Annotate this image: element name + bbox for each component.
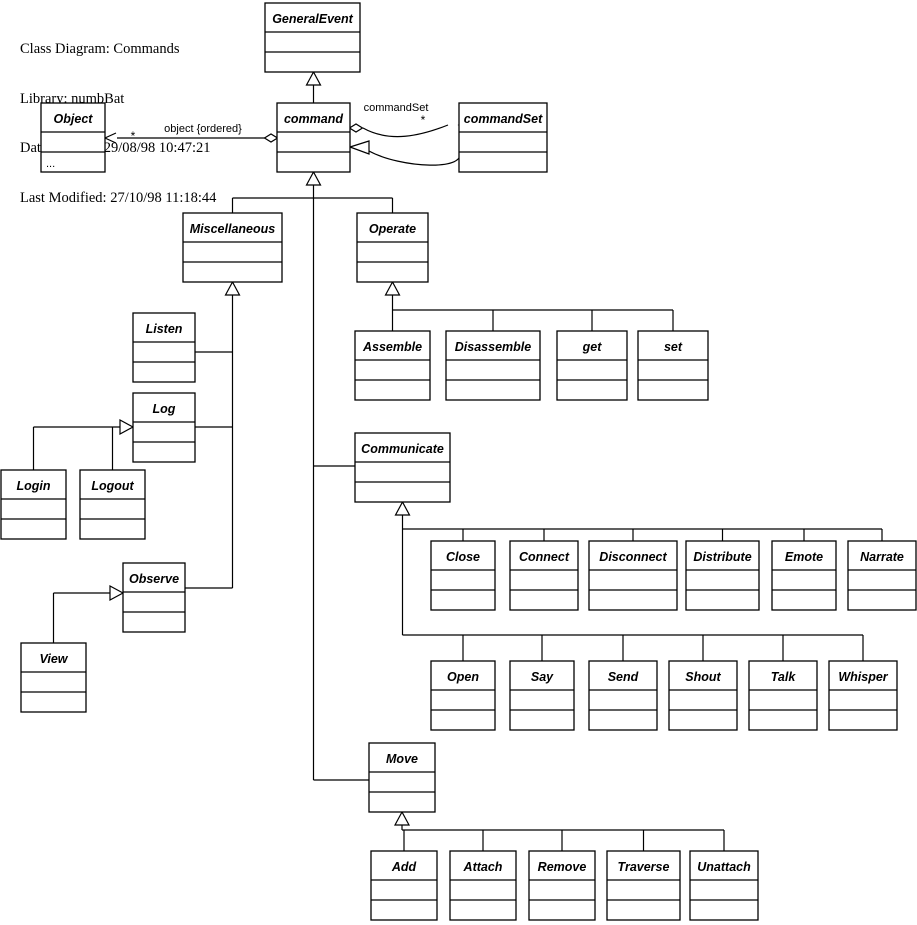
class-box[interactable]: Unattach: [689, 850, 759, 921]
class-box[interactable]: Disassemble: [445, 330, 541, 401]
class-name: get: [582, 340, 603, 354]
generalization-curve: [368, 149, 461, 166]
association-label: object {ordered}: [164, 123, 242, 135]
class-box[interactable]: Talk: [748, 660, 818, 731]
class-box[interactable]: Object...: [40, 102, 106, 173]
class-box[interactable]: command: [276, 102, 351, 173]
class-name: Log: [153, 402, 176, 416]
association-label: commandSet: [364, 102, 429, 114]
class-name: Communicate: [361, 442, 444, 456]
class-box[interactable]: Log: [132, 392, 196, 463]
generalization-triangle-icon: [393, 810, 411, 826]
class-box[interactable]: Operate: [356, 212, 429, 283]
generalization-triangle-icon: [224, 280, 241, 296]
class-box[interactable]: Login: [0, 469, 67, 540]
class-box[interactable]: View: [20, 642, 87, 713]
navigation-arrow-icon: [103, 132, 117, 144]
class-box[interactable]: GeneralEvent: [264, 2, 361, 73]
generalization-triangle-icon: [394, 500, 411, 516]
generalization-triangle-icon: [119, 418, 135, 436]
class-name: Emote: [785, 550, 823, 564]
class-box-layer: GeneralEvent Object... command commandSet Mi…: [0, 2, 917, 921]
class-name: Observe: [129, 572, 179, 586]
generalization-triangle-icon: [109, 584, 125, 602]
class-box[interactable]: Add: [370, 850, 438, 921]
generalization-triangle-icon: [305, 170, 322, 186]
class-box[interactable]: Shout: [668, 660, 738, 731]
class-name: Narrate: [860, 550, 904, 564]
class-box[interactable]: commandSet: [458, 102, 548, 173]
class-name: Open: [447, 670, 479, 684]
class-box[interactable]: Send: [588, 660, 658, 731]
class-box[interactable]: Open: [430, 660, 496, 731]
class-box[interactable]: Miscellaneous: [182, 212, 283, 283]
generalization-triangle-icon: [384, 280, 401, 296]
class-box[interactable]: Logout: [79, 469, 146, 540]
class-name: Disassemble: [455, 340, 531, 354]
class-name: commandSet: [464, 112, 543, 126]
class-box[interactable]: set: [637, 330, 709, 401]
class-box[interactable]: Close: [430, 540, 496, 611]
class-name: Object: [54, 112, 94, 126]
class-diagram-canvas: Class Diagram: Commands Library: numbBat…: [0, 0, 917, 925]
class-box[interactable]: Traverse: [606, 850, 681, 921]
class-box[interactable]: Communicate: [354, 432, 451, 503]
class-box[interactable]: Listen: [132, 312, 196, 383]
class-name: GeneralEvent: [272, 12, 353, 26]
generalization-triangle-icon: [305, 70, 322, 86]
class-name: Say: [531, 670, 554, 684]
class-name: Connect: [519, 550, 570, 564]
class-box[interactable]: get: [556, 330, 628, 401]
class-name: Whisper: [838, 670, 888, 684]
class-name: Disconnect: [599, 550, 667, 564]
aggregation-diamond-icon: [348, 123, 364, 133]
class-name: Operate: [369, 222, 416, 236]
class-name: Unattach: [697, 860, 751, 874]
class-name: Close: [446, 550, 480, 564]
class-name: View: [39, 652, 68, 666]
class-name: Attach: [463, 860, 503, 874]
class-box[interactable]: Distribute: [685, 540, 760, 611]
class-name: Traverse: [618, 860, 670, 874]
class-box[interactable]: Emote: [771, 540, 837, 611]
class-box[interactable]: Attach: [449, 850, 517, 921]
class-name: Listen: [146, 322, 183, 336]
generalization-triangle-icon: [348, 140, 370, 155]
aggregation-diamond-icon: [263, 133, 279, 143]
class-box[interactable]: Narrate: [847, 540, 917, 611]
class-box[interactable]: Connect: [509, 540, 579, 611]
class-name: command: [284, 112, 343, 126]
class-name: set: [664, 340, 683, 354]
class-name: Move: [386, 752, 418, 766]
class-name: Miscellaneous: [190, 222, 275, 236]
class-operation: ...: [46, 158, 55, 170]
class-box[interactable]: Say: [509, 660, 575, 731]
association-multiplicity: *: [421, 113, 426, 127]
association-multiplicity: *: [131, 129, 136, 143]
class-box[interactable]: Remove: [528, 850, 596, 921]
diagram-svg-layer: GeneralEvent Object... command commandSet Mi…: [0, 2, 917, 921]
class-name: Assemble: [362, 340, 422, 354]
class-name: Logout: [91, 479, 134, 493]
class-box[interactable]: Move: [368, 742, 436, 813]
class-name: Shout: [685, 670, 721, 684]
class-name: Add: [391, 860, 417, 874]
class-name: Send: [608, 670, 639, 684]
class-box[interactable]: Assemble: [354, 330, 431, 401]
class-box[interactable]: Disconnect: [588, 540, 678, 611]
class-box[interactable]: Whisper: [828, 660, 898, 731]
class-box[interactable]: Observe: [122, 562, 186, 633]
class-name: Login: [16, 479, 50, 493]
aggregation-curve: [362, 124, 449, 138]
class-name: Remove: [538, 860, 587, 874]
class-name: Distribute: [693, 550, 751, 564]
class-name: Talk: [771, 670, 797, 684]
